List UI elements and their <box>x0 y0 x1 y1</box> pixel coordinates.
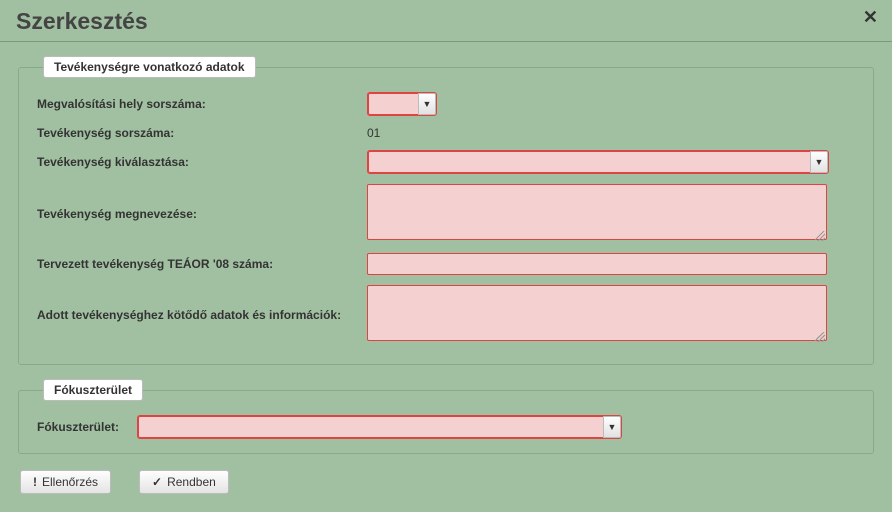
focus-area-fieldset: Fókuszterület Fókuszterület: ▼ <box>18 379 874 454</box>
focus-area-select[interactable]: ▼ <box>137 415 622 439</box>
focus-area-value[interactable] <box>138 416 603 438</box>
location-number-value[interactable] <box>368 93 418 115</box>
chevron-down-icon[interactable]: ▼ <box>603 416 621 438</box>
activity-number-value: 01 <box>367 126 380 140</box>
chevron-down-icon[interactable]: ▼ <box>810 151 828 173</box>
close-icon[interactable]: ✕ <box>863 8 878 26</box>
chevron-down-icon[interactable]: ▼ <box>418 93 436 115</box>
row-activity-select: Tevékenység kiválasztása: ▼ <box>37 150 855 174</box>
row-activity-number: Tevékenység sorszáma: 01 <box>37 126 855 140</box>
label-activity-number: Tevékenység sorszáma: <box>37 126 367 140</box>
related-info-textarea[interactable] <box>367 285 827 341</box>
dialog-title: Szerkesztés <box>16 8 148 34</box>
check-icon: ✓ <box>152 475 162 489</box>
label-related-info: Adott tevékenységhez kötődő adatok és in… <box>37 308 367 322</box>
activity-select-value[interactable] <box>368 151 810 173</box>
teaor-input[interactable] <box>367 253 827 275</box>
label-teaor: Tervezett tevékenység TEÁOR '08 száma: <box>37 257 367 271</box>
activity-select[interactable]: ▼ <box>367 150 829 174</box>
activity-name-textarea[interactable] <box>367 184 827 240</box>
activity-data-fieldset: Tevékenységre vonatkozó adatok Megvalósí… <box>18 56 874 365</box>
label-focus-area: Fókuszterület: <box>37 420 137 434</box>
button-row: ! Ellenőrzés ✓ Rendben <box>18 468 874 494</box>
label-activity-select: Tevékenység kiválasztása: <box>37 155 367 169</box>
ok-button[interactable]: ✓ Rendben <box>139 470 229 494</box>
edit-dialog: Szerkesztés ✕ Tevékenységre vonatkozó ad… <box>0 0 892 512</box>
label-activity-name: Tevékenység megnevezése: <box>37 207 367 221</box>
label-location-number: Megvalósítási hely sorszáma: <box>37 97 367 111</box>
dialog-content: Tevékenységre vonatkozó adatok Megvalósí… <box>0 42 892 502</box>
row-teaor: Tervezett tevékenység TEÁOR '08 száma: <box>37 253 855 275</box>
check-button[interactable]: ! Ellenőrzés <box>20 470 111 494</box>
location-number-select[interactable]: ▼ <box>367 92 437 116</box>
row-activity-name: Tevékenység megnevezése: <box>37 184 855 243</box>
exclamation-icon: ! <box>33 475 37 489</box>
title-bar: Szerkesztés <box>0 0 892 42</box>
row-focus-area: Fókuszterület: ▼ <box>37 415 855 439</box>
check-button-label: Ellenőrzés <box>42 475 98 489</box>
activity-data-legend: Tevékenységre vonatkozó adatok <box>43 56 256 78</box>
ok-button-label: Rendben <box>167 475 216 489</box>
focus-area-legend: Fókuszterület <box>43 379 143 401</box>
row-related-info: Adott tevékenységhez kötődő adatok és in… <box>37 285 855 344</box>
row-location-number: Megvalósítási hely sorszáma: ▼ <box>37 92 855 116</box>
